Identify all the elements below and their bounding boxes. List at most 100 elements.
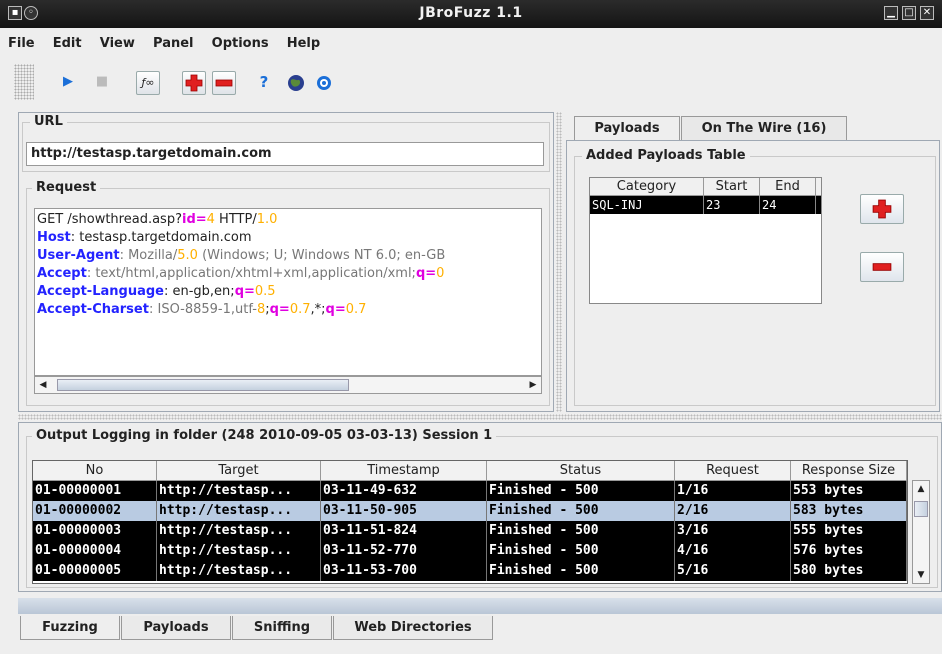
- menu-help[interactable]: Help: [279, 30, 326, 51]
- column-header[interactable]: No: [33, 461, 157, 480]
- cell-no: 01-00000001: [33, 481, 157, 501]
- output-label: Output Logging in folder (248 2010-09-05…: [32, 428, 497, 443]
- remove-payload-button[interactable]: [860, 252, 904, 282]
- table-row[interactable]: 01-00000005 http://testasp... 03-11-53-7…: [33, 561, 907, 581]
- table-row[interactable]: 01-00000004 http://testasp... 03-11-52-7…: [33, 541, 907, 561]
- tab-on-the-wire[interactable]: On The Wire (16): [681, 116, 847, 140]
- function-icon[interactable]: ƒ∞: [136, 71, 160, 95]
- help-icon[interactable]: ?: [252, 71, 276, 95]
- cell-response-size: 553 bytes: [791, 481, 907, 501]
- tab-payloads-bottom[interactable]: Payloads: [121, 616, 231, 640]
- close-icon[interactable]: ✕: [920, 6, 934, 20]
- request-param: q=: [325, 302, 346, 317]
- request-line: Accept: text/html,application/xhtml+xml,…: [37, 265, 539, 283]
- play-icon[interactable]: ▶: [56, 71, 80, 95]
- table-row[interactable]: 01-00000001 http://testasp... 03-11-49-6…: [33, 481, 907, 501]
- target-icon[interactable]: [312, 71, 336, 95]
- scroll-up-icon[interactable]: ▲: [913, 481, 929, 497]
- cell-timestamp: 03-11-53-700: [321, 561, 487, 581]
- column-header[interactable]: End: [760, 178, 816, 195]
- request-header-name: User-Agent: [37, 248, 120, 263]
- stop-icon[interactable]: ■: [90, 71, 114, 95]
- menu-bar: File Edit View Panel Options Help: [0, 30, 942, 52]
- column-header[interactable]: Timestamp: [321, 461, 487, 480]
- request-text: GET /showthread.asp?: [37, 212, 182, 227]
- column-header[interactable]: Target: [157, 461, 321, 480]
- table-row[interactable]: 01-00000003 http://testasp... 03-11-51-8…: [33, 521, 907, 541]
- cell-timestamp: 03-11-49-632: [321, 481, 487, 501]
- table-row[interactable]: 01-00000002 http://testasp... 03-11-50-9…: [33, 501, 907, 521]
- output-table[interactable]: No Target Timestamp Status Request Respo…: [32, 460, 908, 584]
- request-param: q=: [415, 266, 437, 281]
- cell-timestamp: 03-11-52-770: [321, 541, 487, 561]
- request-number: 4: [206, 212, 215, 227]
- globe-icon[interactable]: [284, 71, 308, 95]
- cell-no: 01-00000004: [33, 541, 157, 561]
- maximize-icon[interactable]: □: [902, 6, 916, 20]
- add-icon[interactable]: [182, 71, 206, 95]
- column-header[interactable]: Response Size: [791, 461, 907, 480]
- minimize-icon[interactable]: ▁: [884, 6, 898, 20]
- scroll-thumb[interactable]: [57, 379, 349, 391]
- request-label: Request: [32, 180, 101, 195]
- output-vertical-scrollbar[interactable]: ▲ ▼: [912, 480, 930, 584]
- horizontal-splitter[interactable]: [18, 414, 942, 420]
- menu-file[interactable]: File: [0, 30, 41, 51]
- cell-no: 01-00000002: [33, 501, 157, 521]
- menu-edit[interactable]: Edit: [45, 30, 88, 51]
- table-row[interactable]: SQL-INJ 23 24: [590, 196, 821, 214]
- request-textarea[interactable]: GET /showthread.asp?id=4 HTTP/1.0 Host: …: [34, 208, 542, 376]
- payloads-table[interactable]: Category Start End SQL-INJ 23 24: [589, 177, 822, 304]
- request-text: : en-gb,en;: [163, 284, 235, 299]
- request-param: q=: [269, 302, 290, 317]
- scroll-left-icon[interactable]: ◀: [35, 377, 51, 393]
- cell-target: http://testasp...: [157, 541, 321, 561]
- cell-status: Finished - 500: [487, 501, 675, 521]
- scroll-down-icon[interactable]: ▼: [913, 567, 929, 583]
- request-number: 0.7: [289, 302, 311, 317]
- request-horizontal-scrollbar[interactable]: ◀ ▶: [34, 376, 542, 394]
- cell-timestamp: 03-11-50-905: [321, 501, 487, 521]
- request-header-name: Host: [37, 230, 71, 245]
- toolbar: ▶ ■ ƒ∞ ?: [8, 58, 942, 102]
- request-text: ,*;: [310, 302, 326, 317]
- cell-no: 01-00000005: [33, 561, 157, 581]
- column-header[interactable]: Request: [675, 461, 791, 480]
- request-line: Accept-Charset: ISO-8859-1,utf-8;q=0.7,*…: [37, 301, 539, 319]
- url-input[interactable]: http://testasp.targetdomain.com: [26, 142, 544, 166]
- column-header[interactable]: Category: [590, 178, 704, 195]
- cell-target: http://testasp...: [157, 521, 321, 541]
- menu-view[interactable]: View: [92, 30, 141, 51]
- tab-sniffing[interactable]: Sniffing: [232, 616, 332, 640]
- remove-icon[interactable]: [212, 71, 236, 95]
- cell-status: Finished - 500: [487, 481, 675, 501]
- menu-panel[interactable]: Panel: [145, 30, 199, 51]
- request-header-name: Accept-Language: [37, 284, 164, 299]
- request-line: Host: testasp.targetdomain.com: [37, 229, 539, 247]
- request-number: 0: [436, 266, 445, 281]
- scroll-right-icon[interactable]: ▶: [525, 377, 541, 393]
- cell-target: http://testasp...: [157, 561, 321, 581]
- tab-fuzzing[interactable]: Fuzzing: [20, 616, 120, 640]
- help-glyph: ?: [259, 73, 269, 91]
- tab-payloads[interactable]: Payloads: [574, 116, 680, 140]
- cell-timestamp: 03-11-51-824: [321, 521, 487, 541]
- request-number: 8: [256, 302, 266, 317]
- scroll-thumb[interactable]: [914, 501, 928, 517]
- request-text: (Windows; U; Windows NT 6.0; en-GB: [197, 248, 446, 263]
- payloads-table-label: Added Payloads Table: [582, 148, 750, 163]
- vertical-splitter[interactable]: [556, 112, 562, 412]
- menu-options[interactable]: Options: [204, 30, 275, 51]
- column-header[interactable]: Start: [704, 178, 760, 195]
- request-line: User-Agent: Mozilla/5.0 (Windows; U; Win…: [37, 247, 539, 265]
- toolbar-grip[interactable]: [14, 64, 34, 100]
- cell-request: 3/16: [675, 521, 791, 541]
- request-param: q=: [234, 284, 255, 299]
- request-text: : testasp.targetdomain.com: [70, 230, 252, 245]
- tab-web-directories[interactable]: Web Directories: [333, 616, 493, 640]
- request-text: : Mozilla/: [119, 248, 178, 263]
- cell-response-size: 583 bytes: [791, 501, 907, 521]
- payload-category: SQL-INJ: [590, 196, 704, 214]
- add-payload-button[interactable]: [860, 194, 904, 224]
- column-header[interactable]: Status: [487, 461, 675, 480]
